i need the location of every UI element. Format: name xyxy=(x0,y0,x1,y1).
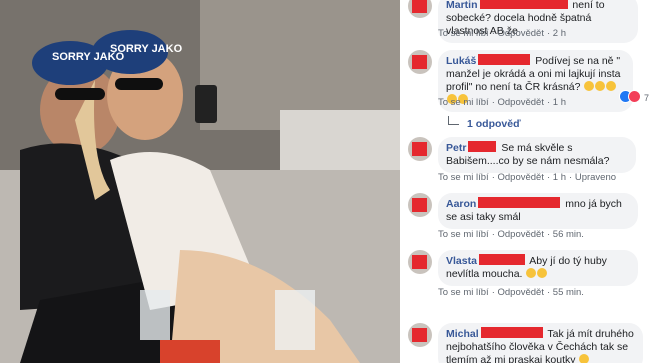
comment-bubble: Vlasta Aby jí do tý huby nevlítla moucha… xyxy=(438,250,638,286)
redaction xyxy=(478,197,561,208)
comment-actions: To se mi líbí · Odpovědět · 1 h · Upraveno xyxy=(438,172,617,183)
comment-time[interactable]: 1 h xyxy=(553,172,566,183)
comment-time[interactable]: 1 h xyxy=(553,97,566,108)
like-link[interactable]: To se mi líbí xyxy=(438,287,489,298)
reply-link[interactable]: Odpovědět xyxy=(498,229,544,240)
comment-time[interactable]: 55 min. xyxy=(553,287,584,298)
view-replies-link[interactable]: 1 odpověď xyxy=(448,116,521,130)
commenter-name[interactable]: Lukáš xyxy=(446,55,476,67)
reply-link[interactable]: Odpovědět xyxy=(498,172,544,183)
emoji xyxy=(595,81,606,91)
redaction xyxy=(478,254,525,265)
redaction xyxy=(479,0,568,9)
comment-time[interactable]: 2 h xyxy=(553,28,566,39)
edited-label[interactable]: Upraveno xyxy=(575,172,616,183)
avatar-redaction xyxy=(412,55,427,69)
like-link[interactable]: To se mi líbí xyxy=(438,97,489,108)
comment-actions: To se mi líbí · Odpovědět · 2 h xyxy=(438,28,567,39)
commenter-name[interactable]: Aaron xyxy=(446,198,476,210)
comment-actions: To se mi líbí · Odpovědět · 1 h xyxy=(438,97,567,108)
redaction xyxy=(468,141,497,152)
avatar-redaction xyxy=(412,328,427,342)
commenter-name[interactable]: Michal xyxy=(446,328,479,340)
like-link[interactable]: To se mi líbí xyxy=(438,229,489,240)
avatar-redaction xyxy=(412,255,427,269)
reply-link[interactable]: Odpovědět xyxy=(498,97,544,108)
comments-panel: Martin není to sobecké? docela hodně špa… xyxy=(400,0,657,363)
cap-text-right: SORRY JAKO xyxy=(110,43,183,55)
emoji xyxy=(579,354,590,363)
avatar-redaction xyxy=(412,198,427,212)
reply-link[interactable]: Odpovědět xyxy=(498,287,544,298)
comment-bubble: Aaron mno já bych se asi taky smál xyxy=(438,193,638,229)
redaction xyxy=(480,327,543,338)
post-photo: SORRY JAKO SORRY JAKO xyxy=(0,0,400,363)
comment-actions: To se mi líbí · Odpovědět · 55 min. xyxy=(438,287,584,298)
commenter-name[interactable]: Martin xyxy=(446,0,478,11)
avatar[interactable] xyxy=(408,137,432,161)
reaction-count: 7 xyxy=(643,93,649,103)
emoji xyxy=(606,81,617,91)
comment-bubble: Michal Tak já mít druhého nejbohatšího č… xyxy=(438,323,643,363)
emoji xyxy=(537,268,548,278)
avatar-redaction xyxy=(412,142,427,156)
love-reaction-icon xyxy=(628,90,642,103)
avatar[interactable] xyxy=(408,323,432,347)
like-link[interactable]: To se mi líbí xyxy=(438,28,489,39)
comment-time[interactable]: 56 min. xyxy=(553,229,584,240)
avatar[interactable] xyxy=(408,250,432,274)
avatar[interactable] xyxy=(408,193,432,217)
avatar[interactable] xyxy=(408,50,432,74)
avatar[interactable] xyxy=(408,0,432,18)
reply-link[interactable]: Odpovědět xyxy=(498,28,544,39)
like-link[interactable]: To se mi líbí xyxy=(438,172,489,183)
comment-actions: To se mi líbí · Odpovědět · 56 min. xyxy=(438,229,584,240)
comment-bubble: Petr Se má skvěle s Babišem....co by se … xyxy=(438,137,636,173)
redaction xyxy=(478,54,531,65)
commenter-name[interactable]: Vlasta xyxy=(446,255,477,267)
emoji xyxy=(526,268,537,278)
emoji xyxy=(584,81,595,91)
reaction-summary[interactable]: 7 xyxy=(619,90,649,103)
reply-arrow-icon xyxy=(448,116,459,125)
commenter-name[interactable]: Petr xyxy=(446,142,466,154)
avatar-redaction xyxy=(412,0,427,13)
replies-label: 1 odpověď xyxy=(467,118,521,130)
